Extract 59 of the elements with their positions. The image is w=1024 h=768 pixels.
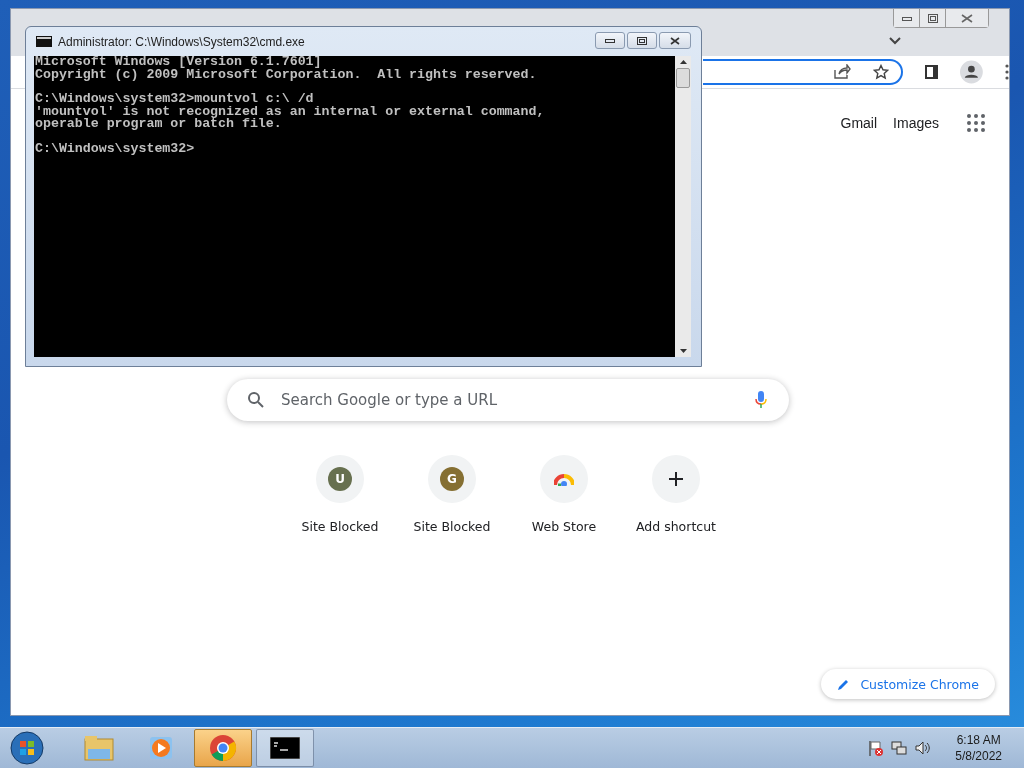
minimize-icon [605, 38, 615, 43]
console-line: Copyright (c) 2009 Microsoft Corporation. All rights reserved. [35, 68, 538, 81]
side-panel-icon[interactable] [925, 65, 939, 79]
console-line: C:\Windows\system32> [35, 142, 196, 155]
maximize-button[interactable] [920, 9, 946, 27]
search-icon [247, 391, 265, 409]
header-link[interactable]: Gmail [840, 115, 878, 131]
site-letter-icon: G [440, 467, 464, 491]
share-icon[interactable] [833, 64, 852, 80]
maximize-icon [637, 36, 647, 45]
apps-grid-icon[interactable] [967, 114, 985, 132]
chevron-down-icon[interactable] [889, 37, 901, 45]
console-icon [36, 36, 52, 47]
scroll-thumb[interactable] [676, 68, 690, 88]
flag-icon[interactable] [867, 740, 884, 756]
close-icon [961, 13, 973, 23]
plus-icon [669, 472, 683, 486]
shortcut-tile[interactable]: U Site Blocked [284, 455, 396, 539]
minimize-icon [901, 15, 912, 21]
window-title: Administrator: C:\Windows\System32\cmd.exe [58, 34, 305, 49]
shortcut-tile[interactable]: G Site Blocked [396, 455, 508, 539]
search-field[interactable]: Search Google or type a URL [279, 390, 741, 410]
scroll-up-icon[interactable] [679, 60, 687, 64]
scrollbar[interactable] [675, 56, 691, 357]
maximize-icon [927, 13, 938, 23]
start-button[interactable] [10, 731, 44, 765]
volume-icon[interactable] [915, 740, 932, 756]
shortcut-tile[interactable]: Add shortcut [620, 455, 732, 539]
taskbar-button[interactable] [256, 729, 314, 767]
console-line: operable program or batch file. [35, 118, 283, 131]
close-button[interactable] [659, 32, 691, 49]
minimize-button[interactable] [894, 9, 920, 27]
console-line: C:\Windows\system32>mountvol c:\ /d [35, 93, 315, 106]
minimize-button[interactable] [595, 32, 625, 49]
microphone-icon[interactable] [755, 391, 767, 409]
menu-icon[interactable] [1005, 64, 1009, 80]
close-icon [670, 36, 680, 45]
media-player-icon [148, 735, 174, 761]
clock[interactable]: 6:18 AM 5/8/2022 [955, 732, 1002, 764]
star-icon[interactable] [873, 64, 890, 80]
search-bar[interactable]: Search Google or type a URL [227, 379, 789, 421]
profile-icon[interactable] [960, 60, 984, 84]
pencil-icon [837, 677, 851, 691]
network-icon[interactable] [891, 740, 908, 756]
folder-icon [84, 735, 114, 761]
console-line: 'mountvol' is not recognized as an internal or external command, [35, 105, 546, 118]
clock-time: 6:18 AM [956, 732, 1001, 748]
scroll-down-icon[interactable] [679, 349, 687, 353]
clock-date: 5/8/2022 [955, 748, 1002, 764]
console-line: Microsoft Windows [Version 6.1.7601] [35, 56, 323, 69]
site-letter-icon: U [328, 467, 352, 491]
web-store-icon [554, 472, 574, 486]
console-icon [270, 737, 300, 759]
shortcut-tile[interactable]: Web Store [508, 455, 620, 539]
chrome-icon [209, 734, 237, 762]
maximize-button[interactable] [627, 32, 657, 49]
header-link[interactable]: Images [893, 115, 939, 131]
customize-button[interactable]: Customize Chrome [821, 669, 995, 699]
address-bar[interactable] [703, 59, 904, 85]
